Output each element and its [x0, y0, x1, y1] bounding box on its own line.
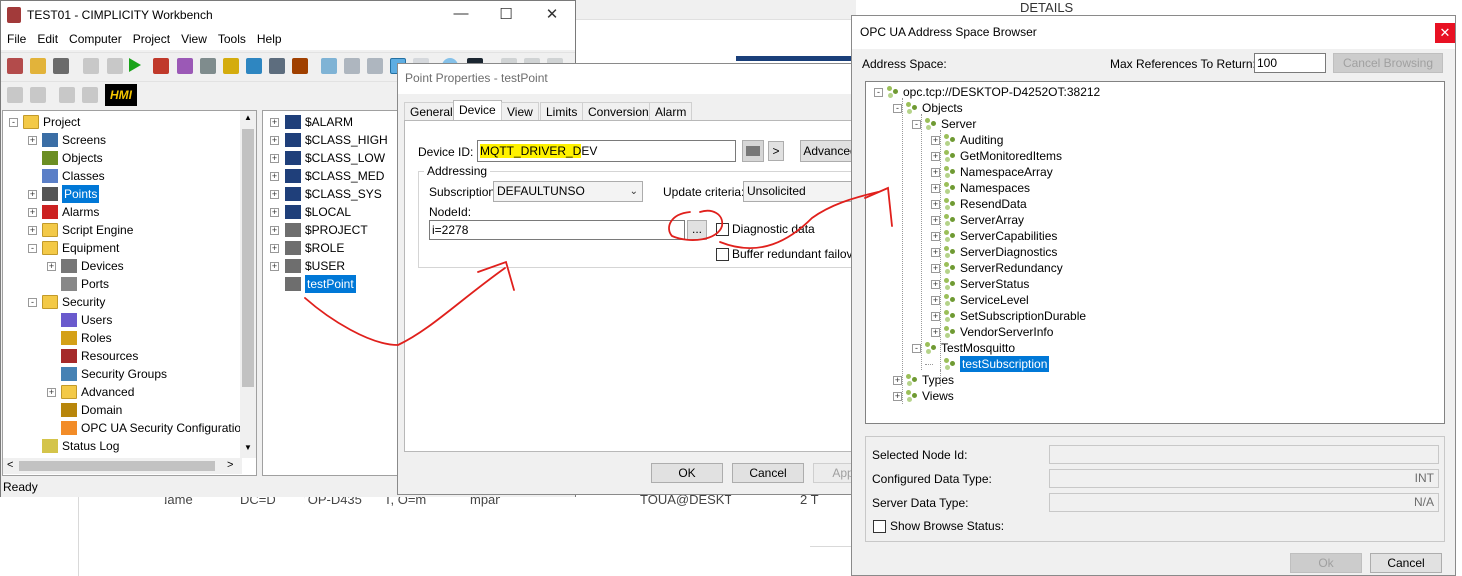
annotation-circle-browse — [668, 209, 724, 241]
annotation-arrow-browse-to-opc — [719, 191, 879, 250]
annotation-arrowhead — [477, 260, 515, 291]
annotation-arrow-points-to-nodeid — [304, 267, 506, 346]
annotation-overlay — [304, 186, 893, 346]
